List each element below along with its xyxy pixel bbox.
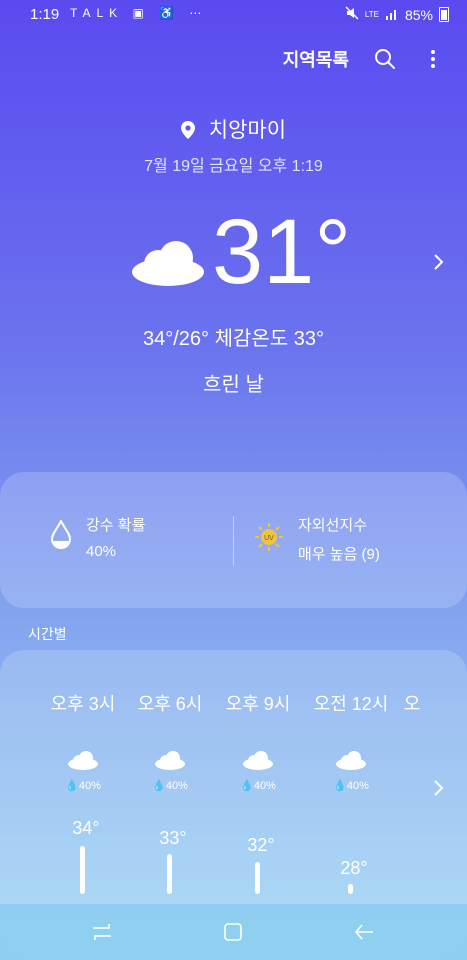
system-indicators: LTE 85% xyxy=(345,6,449,23)
water-drop-icon: 💧 xyxy=(152,780,166,792)
hourly-item[interactable]: 오후 6시 💧40% xyxy=(125,690,215,792)
header-actions: 지역목록 xyxy=(283,46,445,72)
hourly-item[interactable]: 오후 9시 💧40% xyxy=(213,690,303,792)
notification-icons: TALK ▣ ♿ ⋯ xyxy=(70,6,208,20)
hourly-time: 오 xyxy=(403,694,421,714)
uv-index: UV 자외선지수 매우 높음 (9) xyxy=(254,514,380,564)
status-bar: 1:19 TALK ▣ ♿ ⋯ LTE 85% xyxy=(0,0,467,30)
precip-value: 40% xyxy=(86,543,117,560)
hourly-precip: 💧40% xyxy=(125,779,215,792)
weather-condition: 흐린 날 xyxy=(203,374,264,396)
temp-bar xyxy=(348,884,353,894)
location-list-link[interactable]: 지역목록 xyxy=(283,46,349,72)
hourly-item-partial[interactable]: 오 xyxy=(392,690,432,716)
search-icon[interactable] xyxy=(373,47,397,71)
mute-icon xyxy=(345,6,359,23)
water-drop-icon: 💧 xyxy=(333,780,347,792)
battery-percent: 85% xyxy=(404,6,433,23)
hourly-precip-value: 40% xyxy=(253,780,276,792)
recent-apps-icon[interactable] xyxy=(90,920,114,944)
precip-probability: 강수 확률 40% xyxy=(50,514,145,560)
cloud-icon xyxy=(306,750,396,775)
battery-icon xyxy=(439,7,449,22)
hourly-temp: 32° xyxy=(247,835,275,855)
cloud-icon xyxy=(38,750,128,775)
signal-icon xyxy=(385,7,399,23)
hourly-item[interactable]: 오후 3시 💧40% xyxy=(38,690,128,792)
more-vert-icon[interactable] xyxy=(421,47,445,71)
hourly-precip: 💧40% xyxy=(306,779,396,792)
network-type: LTE xyxy=(364,10,379,19)
water-drop-icon: 💧 xyxy=(240,780,254,792)
hourly-section-title: 시간별 xyxy=(28,626,67,642)
uv-value: 매우 높음 (9) xyxy=(298,546,380,563)
temp-bar xyxy=(255,862,260,894)
uv-sun-icon: UV xyxy=(254,522,284,556)
cloud-icon xyxy=(130,238,206,293)
hourly-precip-value: 40% xyxy=(78,780,101,792)
hourly-precip: 💧40% xyxy=(213,779,303,792)
hourly-time: 오후 9시 xyxy=(225,694,291,714)
temp-bar xyxy=(167,854,172,894)
hourly-temp: 28° xyxy=(340,858,368,878)
chevron-right-icon[interactable] xyxy=(433,252,445,277)
details-divider xyxy=(233,516,234,566)
svg-text:UV: UV xyxy=(264,535,274,542)
location-pin-icon xyxy=(180,121,195,145)
location-name: 치앙마이 xyxy=(208,119,287,142)
cloud-icon xyxy=(213,750,303,775)
home-icon[interactable] xyxy=(221,920,245,944)
hourly-time: 오전 12시 xyxy=(313,694,389,714)
min-max-feels-like: 34°/26° 체감온도 33° xyxy=(142,328,324,350)
uv-label: 자외선지수 xyxy=(298,517,368,534)
hourly-temp: 34° xyxy=(72,818,100,838)
hourly-temp: 33° xyxy=(159,828,187,848)
hourly-precip-value: 40% xyxy=(346,780,369,792)
location-title[interactable]: 치앙마이 xyxy=(0,114,467,145)
water-drop-icon: 💧 xyxy=(65,780,79,792)
hourly-precip: 💧40% xyxy=(38,779,128,792)
hourly-item[interactable]: 오전 12시 💧40% xyxy=(306,690,396,792)
temp-bar xyxy=(80,846,85,894)
back-icon[interactable] xyxy=(352,920,376,944)
details-card: 강수 확률 40% UV 자외선지수 매우 높음 (9) xyxy=(0,472,467,608)
hourly-time: 오후 6시 xyxy=(137,694,203,714)
current-temperature: 31° xyxy=(212,201,352,303)
navigation-bar xyxy=(0,904,467,960)
hourly-precip-value: 40% xyxy=(165,780,188,792)
status-time: 1:19 xyxy=(30,6,60,23)
water-drop-icon xyxy=(50,518,72,554)
precip-label: 강수 확률 xyxy=(86,517,146,534)
cloud-icon xyxy=(125,750,215,775)
chevron-right-icon[interactable] xyxy=(433,778,445,803)
hourly-time: 오후 3시 xyxy=(50,694,116,714)
current-datetime: 7월 19일 금요일 오후 1:19 xyxy=(144,158,323,175)
